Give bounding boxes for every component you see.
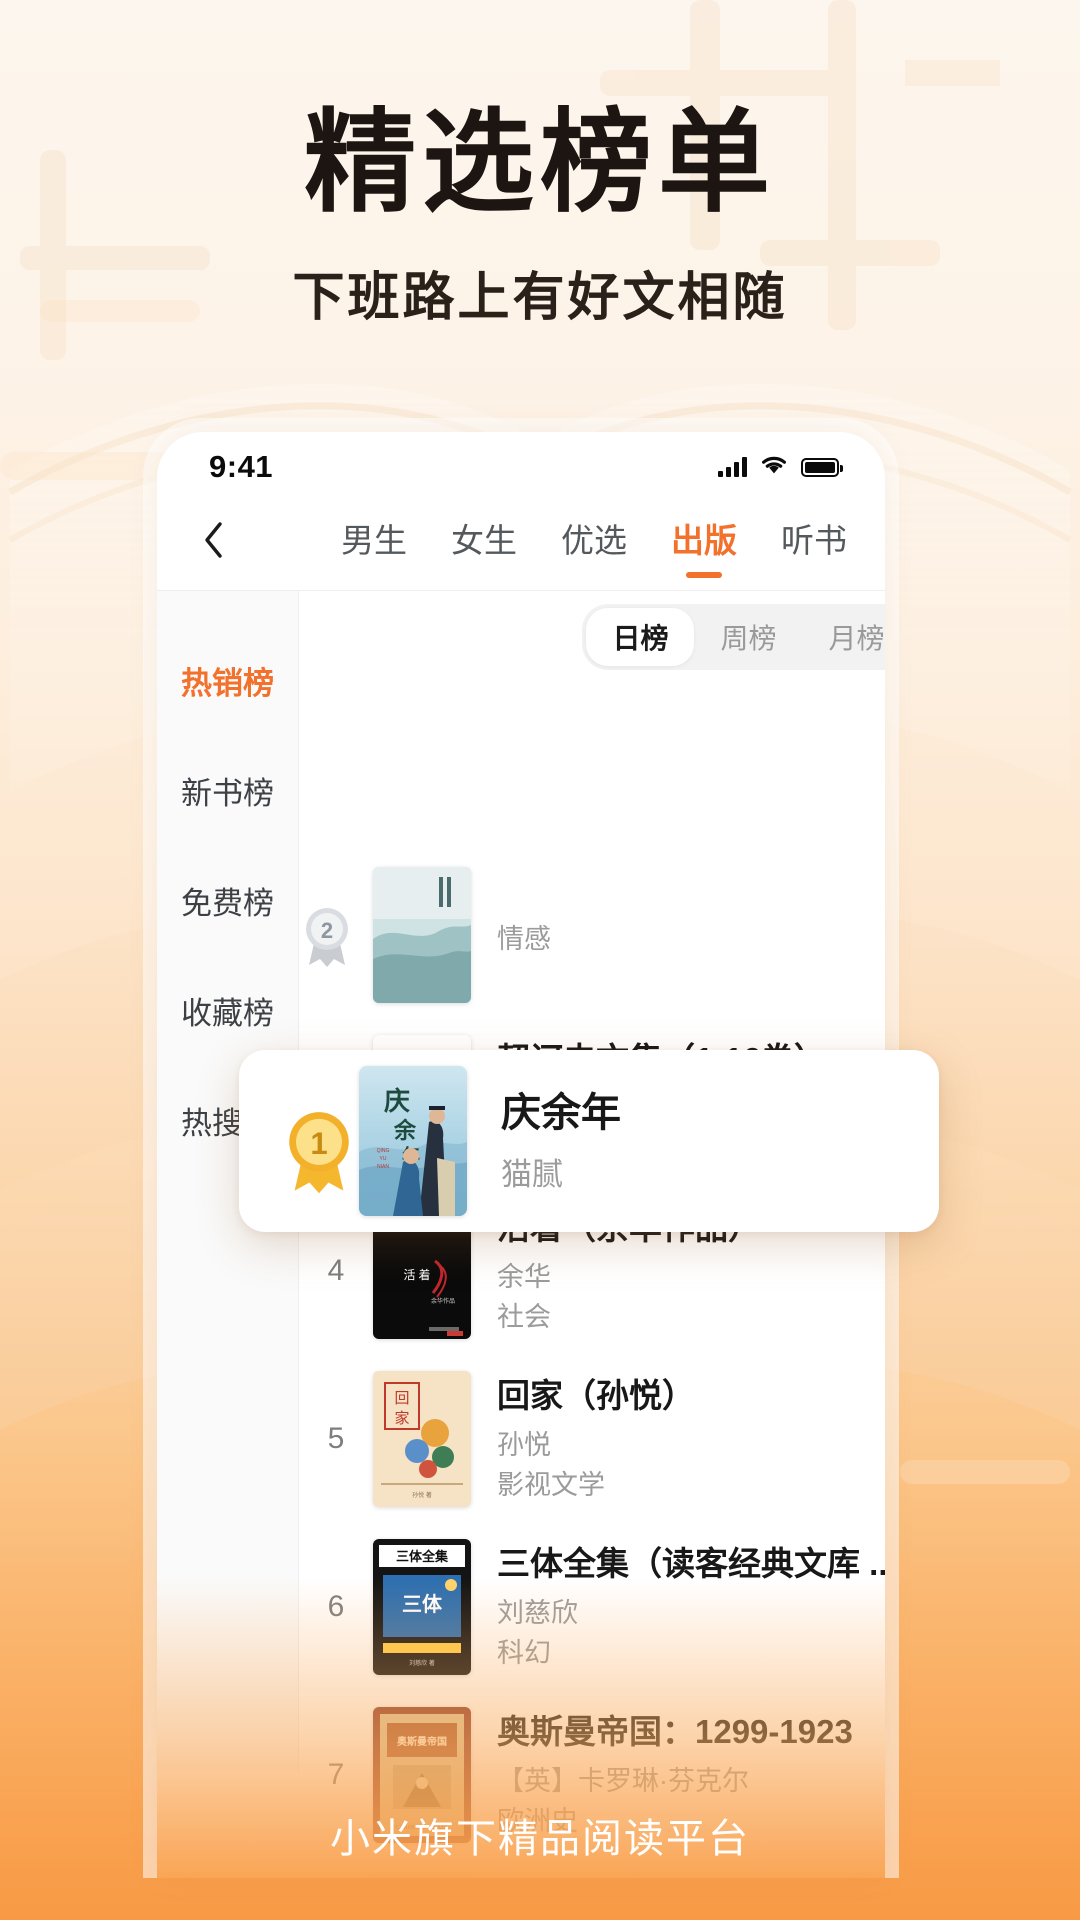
book-cover-diceng: 底层 逻辑 — [373, 1875, 471, 1878]
book-author: 孙悦 — [497, 1429, 551, 1460]
sidebar-item-mianfeibang[interactable]: 免费榜 — [157, 845, 298, 955]
period-option-weekly[interactable]: 周榜 — [694, 608, 802, 666]
book-author: 猫腻 — [501, 1156, 563, 1192]
svg-text:家: 家 — [394, 1410, 409, 1427]
book-cover-huijia: 回 家 孙悦 著 — [373, 1371, 471, 1507]
svg-text:庆: 庆 — [384, 1086, 410, 1116]
book-category: 情感 — [497, 923, 551, 954]
status-bar: 9:41 — [157, 432, 885, 502]
phone-mockup: 9:41 男生 女生 优选 出版 听书 热销榜 新书榜 免费榜 收藏榜 热搜榜 … — [143, 418, 939, 1878]
svg-text:YU: YU — [380, 1156, 387, 1162]
book-title: 庆余年 — [501, 1091, 621, 1135]
cellular-bars-icon — [718, 457, 747, 477]
book-category: 社会 — [497, 1302, 551, 1333]
svg-text:1: 1 — [310, 1126, 327, 1161]
rank-number: 4 — [327, 1254, 345, 1287]
tab-chuban[interactable]: 出版 — [671, 514, 737, 566]
svg-text:余: 余 — [393, 1118, 417, 1143]
svg-text:QING: QING — [377, 1148, 390, 1154]
table-row[interactable]: 6 三体全集 三体 刘慈欣 著 三体全集（读客经典文库 ... 刘慈欣 科幻 — [299, 1523, 885, 1691]
book-title: 三体全集（读客经典文库 ... — [497, 1545, 885, 1583]
gold-medal-icon: 1 — [280, 1104, 349, 1194]
svg-text:孙悦 著: 孙悦 著 — [412, 1491, 432, 1499]
svg-text:2: 2 — [321, 918, 333, 943]
footer-tagline: 小米旗下精品阅读平台 — [330, 1817, 750, 1861]
back-chevron-icon[interactable] — [191, 517, 237, 563]
top-navigation: 男生 女生 优选 出版 听书 — [157, 502, 885, 578]
tab-tingshu[interactable]: 听书 — [781, 514, 847, 566]
status-icon-group — [718, 454, 843, 480]
period-filter-row: 日榜 周榜 月榜 — [299, 591, 885, 683]
svg-text:刘慈欣 著: 刘慈欣 著 — [409, 1659, 435, 1667]
svg-text:三体全集: 三体全集 — [396, 1549, 449, 1564]
category-tabs: 男生 女生 优选 出版 听书 — [237, 514, 855, 566]
sidebar-item-rexiaobang[interactable]: 热销榜 — [157, 625, 298, 735]
book-title: 奥斯曼帝国：1299-1923 — [497, 1713, 853, 1751]
svg-text:活 着: 活 着 — [403, 1267, 430, 1282]
tab-nvsheng[interactable]: 女生 — [451, 514, 517, 566]
rank-medal-1: 1 — [263, 1104, 359, 1194]
page-title: 精选榜单 — [304, 102, 776, 226]
silver-medal-icon: 2 — [299, 901, 373, 969]
book-cover-santi: 三体全集 三体 刘慈欣 著 — [373, 1539, 471, 1675]
svg-text:奥斯曼帝国: 奥斯曼帝国 — [397, 1735, 447, 1748]
hero-header: 精选榜单 下班路上有好文相随 — [0, 104, 1080, 330]
rank-number: 7 — [327, 1758, 345, 1791]
status-time: 9:41 — [209, 449, 274, 484]
svg-text:回: 回 — [394, 1390, 409, 1407]
book-author: 【英】卡罗琳·芬克尔 — [497, 1765, 749, 1796]
sidebar-item-xinshubang[interactable]: 新书榜 — [157, 735, 298, 845]
table-row[interactable]: 2 情感 — [299, 851, 885, 1019]
table-row[interactable]: 5 回 家 孙悦 著 回家（孙悦） 孙悦 影视文学 — [299, 1355, 885, 1523]
book-author: 余华 — [497, 1261, 551, 1292]
book-cover-qinggan — [373, 867, 471, 1003]
wifi-icon — [760, 454, 788, 480]
period-option-daily[interactable]: 日榜 — [586, 608, 695, 666]
rank-medal-2: 2 — [299, 901, 373, 969]
rank-number: 5 — [327, 1422, 345, 1455]
tab-youxuan[interactable]: 优选 — [561, 514, 627, 566]
book-author: 刘慈欣 — [497, 1597, 578, 1628]
sidebar-item-shoucangbang[interactable]: 收藏榜 — [157, 955, 298, 1065]
rank-number: 6 — [327, 1590, 345, 1623]
book-ranking-list: 2 情感 4 活 着 余华作品 余华 社会 5 回 家 孙悦 著 回家（孙悦） … — [299, 683, 885, 1878]
book-category: 科幻 — [497, 1638, 551, 1669]
book-title: 回家（孙悦） — [497, 1377, 695, 1415]
svg-text:三体: 三体 — [402, 1592, 443, 1616]
svg-text:余华作品: 余华作品 — [431, 1297, 455, 1305]
book-category: 影视文学 — [497, 1470, 605, 1501]
tab-nansheng[interactable]: 男生 — [341, 514, 407, 566]
period-segmented-control: 日榜 周榜 月榜 — [582, 604, 885, 670]
period-option-monthly[interactable]: 月榜 — [803, 608, 886, 666]
battery-full-icon — [801, 457, 843, 477]
book-cover-qingyunian: 庆 余 年 QING YU NIAN — [359, 1066, 467, 1216]
page-subtitle: 下班路上有好文相随 — [292, 269, 788, 327]
svg-text:NIAN: NIAN — [377, 1164, 389, 1170]
highlighted-book-card[interactable]: 1 庆 余 年 QING YU — [239, 1050, 939, 1232]
